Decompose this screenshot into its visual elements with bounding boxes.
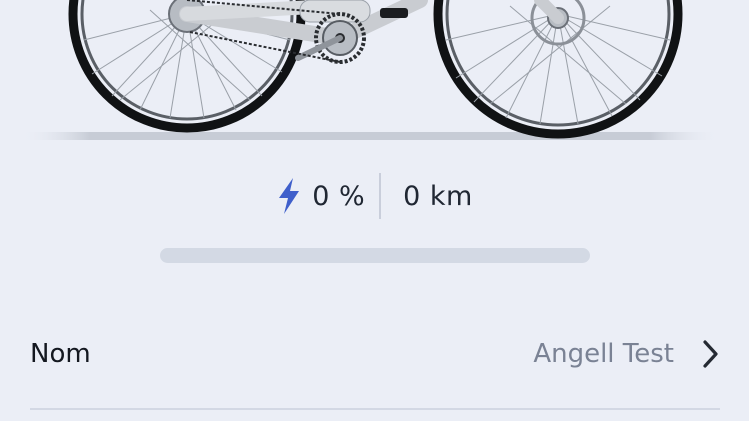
bike-illustration: [0, 0, 749, 148]
battery-stat: 0 %: [276, 178, 365, 214]
battery-percentage: 0 %: [312, 180, 366, 212]
stats-divider: [379, 173, 382, 219]
distance-stat: 0 km: [403, 181, 473, 212]
bike-image: [0, 0, 749, 148]
battery-progress-bar: [160, 248, 590, 263]
chevron-right-icon: [703, 340, 718, 368]
battery-distance-stats: 0 % 0 km: [0, 170, 749, 222]
name-value: Angell Test: [533, 339, 674, 369]
distance-value: 0 km: [403, 180, 473, 212]
name-label: Nom: [30, 339, 91, 369]
settings-row-name[interactable]: Nom Angell Test: [0, 322, 749, 386]
lightning-bolt-icon: [279, 178, 300, 214]
row-divider: [30, 408, 720, 410]
